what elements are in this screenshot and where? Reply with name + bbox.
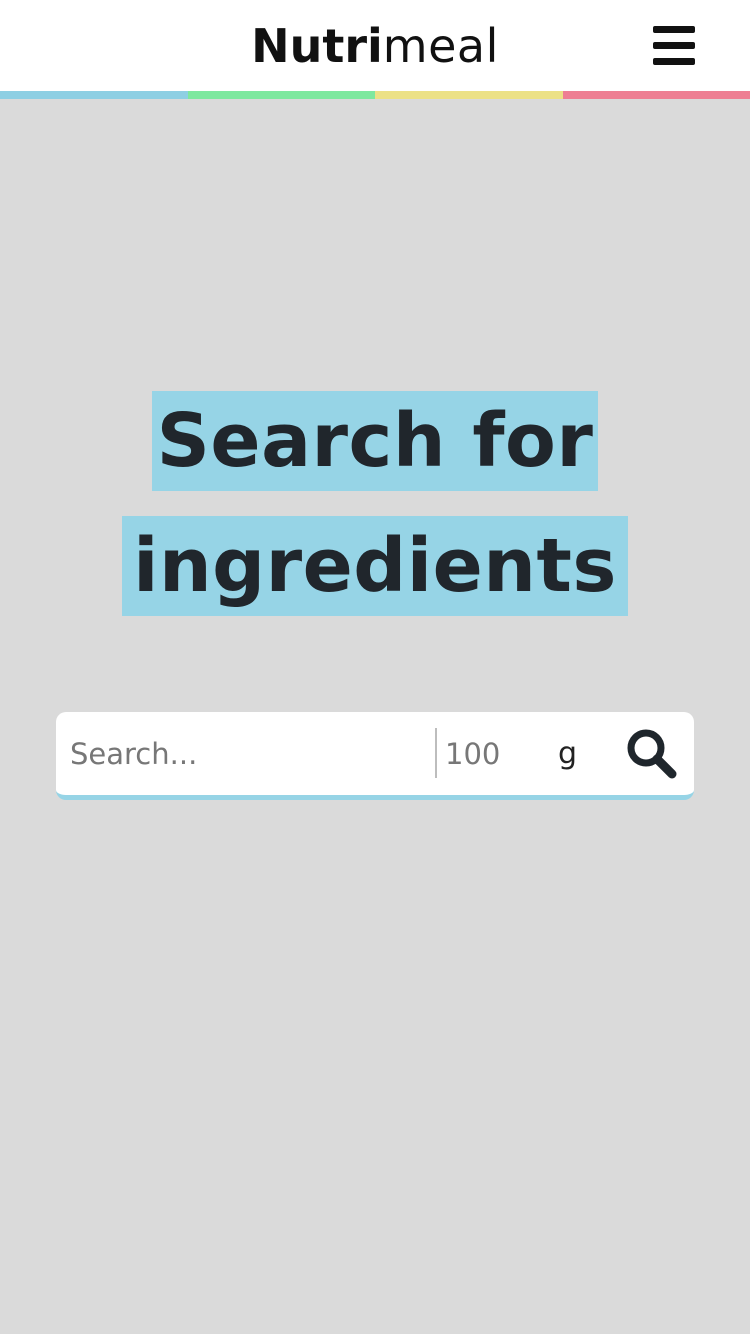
brand-name-bold: Nutri	[251, 19, 383, 73]
brand-logo[interactable]: Nutrimeal	[0, 0, 750, 92]
stripe-green	[187, 91, 375, 99]
hamburger-menu-icon[interactable]	[650, 24, 696, 68]
stripe-yellow	[375, 91, 563, 99]
hero-title-line-1: Search for	[152, 391, 598, 491]
stripe-pink	[562, 91, 750, 99]
stripe-blue	[0, 91, 188, 99]
hero-title-line-2: ingredients	[122, 516, 628, 616]
top-bar: Nutrimeal	[0, 0, 750, 92]
search-bar: g	[56, 712, 694, 800]
search-icon	[627, 729, 677, 779]
search-button[interactable]	[624, 726, 682, 782]
search-input[interactable]	[70, 728, 420, 780]
unit-label: g	[558, 736, 578, 771]
color-stripe-bar	[0, 91, 750, 99]
brand-name-light: meal	[382, 19, 499, 73]
quantity-input[interactable]	[445, 728, 535, 780]
search-divider	[435, 728, 437, 778]
